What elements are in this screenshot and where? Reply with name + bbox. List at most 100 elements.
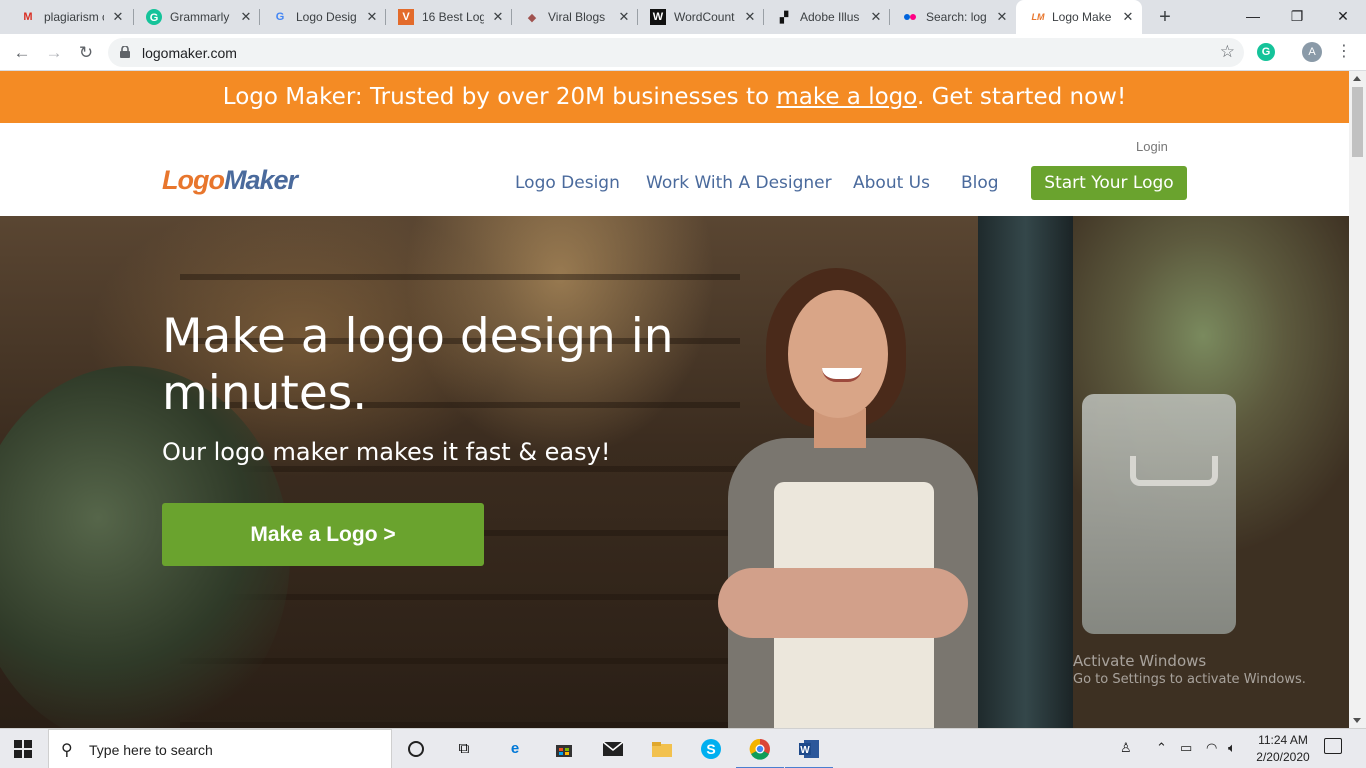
forward-button[interactable]: →: [42, 41, 66, 65]
close-icon[interactable]: ✕: [868, 9, 884, 25]
close-icon[interactable]: ✕: [742, 9, 758, 25]
tab-viral-blogs[interactable]: ◆ Viral Blogs ✕: [512, 0, 638, 34]
chevron-up-icon[interactable]: ⌃: [1156, 740, 1167, 756]
taskbar-search-placeholder: Type here to search: [89, 742, 213, 758]
profile-avatar[interactable]: A: [1302, 42, 1322, 62]
back-button[interactable]: ←: [10, 41, 34, 65]
address-bar[interactable]: logomaker.com ☆: [108, 38, 1244, 67]
minimize-button[interactable]: —: [1230, 4, 1276, 28]
close-icon[interactable]: ✕: [110, 9, 126, 25]
mail-icon[interactable]: [601, 737, 625, 761]
scrollbar-thumb[interactable]: [1352, 87, 1363, 157]
tab-flickr-search[interactable]: Search: log ✕: [890, 0, 1016, 34]
cortana-icon[interactable]: [404, 737, 428, 761]
grammarly-extension-icon[interactable]: G: [1257, 43, 1275, 61]
vectr-icon: V: [398, 9, 414, 25]
promo-banner: Logo Maker: Trusted by over 20M business…: [0, 71, 1349, 123]
gmail-icon: M: [23, 11, 33, 23]
file-explorer-icon[interactable]: [650, 737, 674, 761]
tab-logomaker[interactable]: LM Logo Make ✕: [1016, 0, 1142, 34]
logomaker-icon: LM: [1031, 12, 1045, 22]
nav-about-us[interactable]: About Us: [853, 173, 930, 193]
logo-part2: Maker: [223, 165, 298, 195]
login-link[interactable]: Login: [1136, 139, 1168, 154]
chrome-icon[interactable]: [736, 737, 784, 768]
close-icon[interactable]: ✕: [238, 9, 254, 25]
hero-background-suitcase: [1082, 394, 1236, 634]
tab-wordcount[interactable]: W WordCount ✕: [638, 0, 764, 34]
viral-blogs-icon: ◆: [527, 11, 537, 24]
tab-title: Logo Desig: [296, 10, 357, 24]
taskbar-clock[interactable]: 11:24 AM 2/20/2020: [1248, 732, 1318, 766]
close-icon[interactable]: ✕: [1120, 9, 1136, 25]
nav-blog[interactable]: Blog: [961, 173, 999, 193]
windows-start-icon[interactable]: [14, 740, 32, 758]
skype-icon[interactable]: S: [699, 737, 723, 761]
edge-icon[interactable]: e: [503, 737, 527, 761]
taskbar-search-box[interactable]: ⚲ Type here to search: [48, 729, 392, 768]
clock-time: 11:24 AM: [1258, 733, 1308, 747]
close-icon[interactable]: ✕: [616, 9, 632, 25]
tab-title: Adobe Illus: [800, 10, 860, 24]
google-icon: G: [275, 11, 285, 23]
new-tab-button[interactable]: +: [1154, 7, 1176, 29]
site-logo[interactable]: LogoMaker: [162, 165, 298, 196]
hero-title: Make a logo design in minutes.: [162, 309, 674, 421]
make-a-logo-button[interactable]: Make a Logo >: [162, 503, 484, 566]
reload-button[interactable]: ↻: [74, 41, 98, 65]
tab-title: Grammarly: [170, 10, 230, 24]
battery-icon[interactable]: ▭: [1180, 740, 1192, 756]
scroll-down-arrow-icon[interactable]: [1353, 718, 1361, 723]
banner-text-prefix: Logo Maker: Trusted by over 20M business…: [222, 84, 777, 110]
tab-title: Viral Blogs: [548, 10, 606, 24]
store-icon[interactable]: [552, 737, 576, 761]
page-scrollbar[interactable]: [1349, 71, 1366, 728]
wifi-icon[interactable]: ◠: [1206, 740, 1217, 756]
volume-icon[interactable]: 🔈︎: [1228, 740, 1236, 756]
watermark-line2: Go to Settings to activate Windows.: [1073, 672, 1306, 687]
suitcase-handle: [1130, 456, 1218, 486]
close-icon[interactable]: ✕: [490, 9, 506, 25]
tab-grammarly[interactable]: G Grammarly ✕: [134, 0, 260, 34]
person-face: [788, 290, 888, 418]
lock-icon: [120, 46, 130, 58]
close-icon[interactable]: ✕: [994, 9, 1010, 25]
notification-icon[interactable]: [1324, 738, 1342, 754]
nav-logo-design[interactable]: Logo Design: [515, 173, 620, 193]
search-icon: ⚲: [61, 742, 73, 759]
bookmark-star-icon[interactable]: ☆: [1220, 42, 1235, 62]
task-view-icon[interactable]: ⧉: [452, 737, 476, 761]
close-icon[interactable]: ✕: [364, 9, 380, 25]
word-icon[interactable]: W: [785, 737, 833, 768]
activate-windows-watermark: Activate Windows Go to Settings to activ…: [1073, 651, 1306, 688]
banner-text-suffix: . Get started now!: [916, 84, 1127, 110]
tab-title: plagiarism c: [44, 10, 104, 24]
hero-person-image: [718, 268, 988, 728]
tab-strip: M plagiarism c ✕ G Grammarly ✕ G Logo De…: [0, 0, 1366, 34]
tab-title: Logo Make: [1052, 10, 1112, 24]
maximize-button[interactable]: ❐: [1274, 4, 1320, 28]
grammarly-icon: G: [146, 9, 162, 25]
tab-title: 16 Best Log: [422, 10, 484, 24]
wordcount-icon: W: [650, 9, 666, 25]
banner-link[interactable]: make a logo: [776, 84, 917, 110]
people-icon[interactable]: ♙: [1120, 740, 1132, 756]
windows-taskbar: ⚲ Type here to search ⧉ e S W ♙ ⌃ ▭ ◠ 🔈︎…: [0, 728, 1366, 768]
flickr-icon: [902, 9, 918, 25]
tab-title: WordCount: [674, 10, 735, 24]
tab-gmail[interactable]: M plagiarism c ✕: [0, 0, 134, 34]
svg-text:S: S: [706, 741, 715, 757]
start-your-logo-button[interactable]: Start Your Logo: [1031, 166, 1187, 200]
clock-date: 2/20/2020: [1256, 750, 1310, 764]
url-text: logomaker.com: [142, 45, 237, 61]
nav-work-with-designer[interactable]: Work With A Designer: [646, 173, 832, 193]
tab-google[interactable]: G Logo Desig ✕: [260, 0, 386, 34]
scroll-up-arrow-icon[interactable]: [1353, 76, 1361, 81]
close-window-button[interactable]: ✕: [1320, 4, 1366, 28]
tab-vectr[interactable]: V 16 Best Log ✕: [386, 0, 512, 34]
hero-background-door: [978, 216, 1073, 728]
menu-dots-icon[interactable]: ⋮: [1336, 42, 1352, 62]
browser-toolbar: ← → ↻ logomaker.com ☆: [0, 34, 1366, 71]
hero-subtitle: Our logo maker makes it fast & easy!: [162, 438, 611, 466]
tab-adobe[interactable]: ▞ Adobe Illus ✕: [764, 0, 890, 34]
